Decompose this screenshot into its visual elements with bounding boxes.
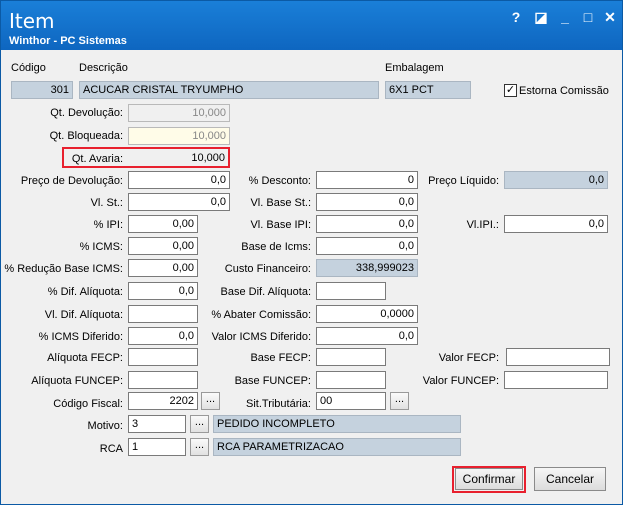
- desconto-label: % Desconto:: [248, 175, 311, 187]
- minimize-icon[interactable]: _: [555, 7, 575, 27]
- icms-diferido-label: % ICMS Diferido:: [38, 331, 123, 343]
- sit-tributaria-field[interactable]: 00: [316, 392, 386, 410]
- estorna-comissao-checkbox[interactable]: ✓: [504, 84, 517, 97]
- sit-tributaria-lookup-button[interactable]: ...: [390, 392, 409, 410]
- motivo-lookup-button[interactable]: ...: [190, 415, 209, 433]
- codigo-fiscal-label: Código Fiscal:: [53, 398, 123, 410]
- help-icon[interactable]: ?: [506, 7, 526, 27]
- vl-base-ipi-label: Vl. Base IPI:: [250, 219, 311, 231]
- reducao-base-icms-label: % Redução Base ICMS:: [4, 263, 123, 275]
- vl-dif-aliquota-field[interactable]: [128, 305, 198, 323]
- vl-ipi-field[interactable]: 0,0: [504, 215, 608, 233]
- window-subtitle: Winthor - PC Sistemas: [9, 35, 127, 47]
- aliquota-fecp-field[interactable]: [128, 348, 198, 366]
- item-dialog: Item Winthor - PC Sistemas ? ◪ _ □ ✕ Cód…: [0, 0, 623, 505]
- abater-comissao-field[interactable]: 0,0000: [316, 305, 418, 323]
- base-funcep-label: Base FUNCEP:: [234, 375, 311, 387]
- base-dif-aliquota-label: Base Dif. Alíquota:: [220, 286, 312, 298]
- abater-comissao-label: % Abater Comissão:: [211, 309, 311, 321]
- motivo-label: Motivo:: [87, 420, 123, 432]
- estorna-comissao-label: Estorna Comissão: [519, 85, 609, 97]
- rca-lookup-button[interactable]: ...: [190, 438, 209, 456]
- preco-devolucao-label: Preço de Devolução:: [20, 175, 123, 187]
- valor-fecp-label: Valor FECP:: [438, 352, 499, 364]
- base-fecp-label: Base FECP:: [250, 352, 311, 364]
- valor-icms-diferido-label: Valor ICMS Diferido:: [211, 331, 311, 343]
- embalagem-label: Embalagem: [385, 62, 444, 74]
- window-title: Item: [9, 9, 55, 33]
- aliquota-funcep-label: Alíquota FUNCEP:: [31, 375, 123, 387]
- reducao-base-icms-field[interactable]: 0,00: [128, 259, 198, 277]
- base-dif-aliquota-field[interactable]: [316, 282, 386, 300]
- motivo-description-field: PEDIDO INCOMPLETO: [213, 415, 461, 433]
- base-fecp-field[interactable]: [316, 348, 386, 366]
- dif-aliquota-field[interactable]: 0,0: [128, 282, 198, 300]
- qt-bloqueada-field: 10,000: [128, 127, 230, 145]
- qt-avaria-label: Qt. Avaria:: [71, 153, 123, 165]
- vl-ipi-label: Vl.IPI.:: [466, 219, 499, 231]
- motivo-code-field[interactable]: 3: [128, 415, 186, 433]
- codigo-fiscal-field[interactable]: 2202: [128, 392, 198, 410]
- restore-icon[interactable]: ◪: [531, 7, 551, 27]
- aliquota-funcep-field[interactable]: [128, 371, 198, 389]
- rca-description-field: RCA PARAMETRIZACAO: [213, 438, 461, 456]
- icms-label: % ICMS:: [79, 241, 123, 253]
- preco-devolucao-field[interactable]: 0,0: [128, 171, 230, 189]
- icms-field[interactable]: 0,00: [128, 237, 198, 255]
- desconto-field[interactable]: 0: [316, 171, 418, 189]
- preco-liquido-field: 0,0: [504, 171, 608, 189]
- vl-st-field[interactable]: 0,0: [128, 193, 230, 211]
- vl-base-st-label: Vl. Base St.:: [250, 197, 311, 209]
- valor-funcep-field[interactable]: [504, 371, 608, 389]
- codigo-label: Código: [11, 62, 46, 74]
- qt-devolucao-field: 10,000: [128, 104, 230, 122]
- base-icms-label: Base de Icms:: [241, 241, 311, 253]
- qt-avaria-field[interactable]: 10,000: [128, 150, 228, 168]
- vl-dif-aliquota-label: Vl. Dif. Alíquota:: [44, 309, 123, 321]
- codigo-field: 301: [11, 81, 73, 99]
- cancelar-button[interactable]: Cancelar: [534, 467, 606, 491]
- base-icms-field[interactable]: 0,0: [316, 237, 418, 255]
- preco-liquido-label: Preço Líquido:: [428, 175, 499, 187]
- dif-aliquota-label: % Dif. Alíquota:: [47, 286, 123, 298]
- vl-st-label: Vl. St.:: [90, 197, 123, 209]
- descricao-label: Descrição: [79, 62, 128, 74]
- codigo-fiscal-lookup-button[interactable]: ...: [201, 392, 220, 410]
- qt-devolucao-label: Qt. Devolução:: [50, 107, 123, 119]
- vl-base-st-field[interactable]: 0,0: [316, 193, 418, 211]
- aliquota-fecp-label: Alíquota FECP:: [47, 352, 123, 364]
- ipi-field[interactable]: 0,00: [128, 215, 198, 233]
- valor-funcep-label: Valor FUNCEP:: [422, 375, 499, 387]
- qt-bloqueada-label: Qt. Bloqueada:: [49, 130, 123, 142]
- confirmar-button[interactable]: Confirmar: [455, 468, 523, 490]
- vl-base-ipi-field[interactable]: 0,0: [316, 215, 418, 233]
- close-icon[interactable]: ✕: [600, 7, 620, 27]
- custo-financeiro-field: 338,999023: [316, 259, 418, 277]
- title-bar: Item Winthor - PC Sistemas ? ◪ _ □ ✕: [1, 1, 622, 50]
- rca-label: RCA: [99, 443, 123, 455]
- base-funcep-field[interactable]: [316, 371, 386, 389]
- icms-diferido-field[interactable]: 0,0: [128, 327, 198, 345]
- valor-icms-diferido-field[interactable]: 0,0: [316, 327, 418, 345]
- ipi-label: % IPI:: [93, 219, 123, 231]
- embalagem-field: 6X1 PCT: [385, 81, 471, 99]
- descricao-field: ACUCAR CRISTAL TRYUMPHO: [79, 81, 379, 99]
- rca-code-field[interactable]: 1: [128, 438, 186, 456]
- custo-financeiro-label: Custo Financeiro:: [224, 263, 311, 275]
- maximize-icon[interactable]: □: [578, 7, 598, 27]
- sit-tributaria-label: Sit.Tributária:: [245, 398, 311, 410]
- valor-fecp-field[interactable]: [506, 348, 610, 366]
